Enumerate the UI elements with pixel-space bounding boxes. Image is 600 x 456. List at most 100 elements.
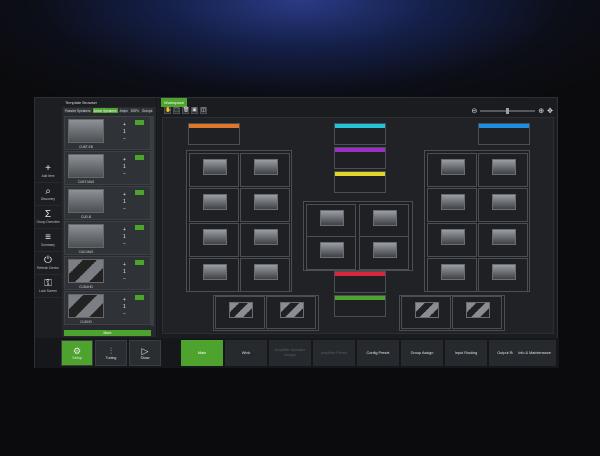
scrollbar[interactable] — [151, 116, 154, 326]
quantity-stepper[interactable]: +1− — [123, 122, 126, 143]
more-button[interactable]: More — [64, 330, 151, 336]
quantity-stepper[interactable]: +1− — [123, 262, 126, 283]
amp-tile-center[interactable] — [334, 123, 386, 145]
app-window: + Add Item ⌕ Discovery Σ Group Overview … — [34, 97, 559, 368]
view-config-preset-button[interactable]: Config Preset — [357, 340, 400, 366]
add-template-button[interactable] — [135, 260, 144, 265]
gear-icon: ⚙ — [72, 346, 82, 356]
workspace-canvas[interactable] — [162, 117, 554, 334]
quantity-stepper[interactable]: +1− — [123, 297, 126, 318]
speaker-cell[interactable] — [427, 188, 477, 222]
quantity-stepper[interactable]: +1− — [123, 192, 126, 213]
fit-icon[interactable]: ◫ — [200, 107, 207, 114]
tab-active-speakers[interactable]: Active Speakers — [92, 108, 118, 113]
image-icon[interactable]: ▣ — [191, 107, 198, 114]
view-group-assign-button[interactable]: Group Assign — [401, 340, 444, 366]
list-item[interactable]: CUBT-EB +1− — [64, 116, 151, 150]
view-info-maintenance-button[interactable]: Info & Maintenance — [513, 340, 557, 366]
amp-tile-left[interactable] — [188, 123, 240, 145]
view-amp-speaker-assign-button[interactable]: Amplifier Speaker Assign — [269, 340, 312, 366]
speaker-cell[interactable] — [478, 258, 528, 292]
browser-tabs: Passive Speakers Active Speakers Amps DS… — [62, 107, 156, 114]
quantity-stepper[interactable]: +1− — [123, 157, 126, 178]
setup-button[interactable]: ⚙ Setup — [61, 340, 93, 366]
zoom-knob[interactable] — [506, 108, 510, 114]
list-item[interactable]: CUD-B +1− — [64, 186, 151, 220]
speaker-cell[interactable] — [189, 188, 239, 222]
add-item-button[interactable]: + Add Item — [35, 160, 61, 183]
show-button[interactable]: ▷ Show — [129, 340, 161, 366]
list-item[interactable]: CUD-M&S +1− — [64, 221, 151, 255]
add-template-button[interactable] — [135, 120, 144, 125]
tab-groups[interactable]: Groups — [140, 108, 154, 113]
speaker-cell[interactable] — [240, 223, 290, 257]
speaker-cell[interactable] — [478, 223, 528, 257]
speaker-cell[interactable] — [427, 258, 477, 292]
speaker-cell[interactable] — [427, 223, 477, 257]
speaker-cell[interactable] — [189, 153, 239, 187]
amp-tile-right[interactable] — [478, 123, 530, 145]
speaker-cell[interactable] — [478, 153, 528, 187]
amp-tile-sub-1[interactable] — [334, 271, 386, 293]
sub-cell[interactable] — [401, 296, 451, 329]
quantity-stepper[interactable]: +1− — [123, 227, 126, 248]
sub-cell[interactable] — [452, 296, 502, 329]
amp-tile-center-2[interactable] — [334, 147, 386, 169]
lock-screen-button[interactable]: ⚿ Lock Screen — [35, 275, 61, 298]
hand-icon[interactable]: ✋ — [164, 107, 171, 114]
amp-tile-label — [479, 128, 529, 136]
speaker-cell[interactable] — [189, 223, 239, 257]
tab-dsps[interactable]: DSPs — [129, 108, 140, 113]
tab-passive-speakers[interactable]: Passive Speakers — [64, 108, 92, 113]
speaker-thumbnail — [441, 229, 465, 245]
speaker-thumbnail — [254, 264, 278, 280]
speaker-cell[interactable] — [359, 204, 409, 238]
speaker-cell[interactable] — [359, 236, 409, 270]
select-icon[interactable]: ⬚ — [173, 107, 180, 114]
add-template-button[interactable] — [135, 295, 144, 300]
list-item[interactable]: CUDAHD +1− — [64, 256, 151, 290]
sub-thumbnail — [229, 302, 253, 318]
amp-tile-center-3[interactable] — [334, 171, 386, 193]
amp-tile-label — [335, 300, 385, 308]
zoom-out-icon[interactable]: ⊖ — [471, 107, 477, 115]
sliders-icon: ⫶ — [109, 346, 113, 356]
zoom-in-icon[interactable]: ⊕ — [538, 107, 544, 115]
speaker-cell[interactable] — [240, 188, 290, 222]
add-template-button[interactable] — [135, 155, 144, 160]
speaker-thumbnail — [492, 264, 516, 280]
speaker-thumbnail — [68, 154, 104, 178]
move-icon[interactable]: ✥ — [547, 107, 553, 115]
add-template-button[interactable] — [135, 225, 144, 230]
speaker-cell[interactable] — [306, 236, 356, 270]
discovery-button[interactable]: ⌕ Discovery — [35, 183, 61, 206]
speaker-cell[interactable] — [240, 153, 290, 187]
view-input-routing-button[interactable]: Input Routing — [445, 340, 488, 366]
view-main-button[interactable]: Main — [181, 340, 224, 366]
mode-label: Show — [140, 356, 150, 360]
list-item[interactable]: CUBT-M&S +1− — [64, 151, 151, 185]
view-wink-button[interactable]: Wink — [225, 340, 268, 366]
speaker-cell[interactable] — [240, 258, 290, 292]
speaker-thumbnail — [203, 159, 227, 175]
speaker-cell[interactable] — [189, 258, 239, 292]
zoom-slider[interactable] — [480, 108, 536, 114]
list-item[interactable]: CUDHD +1− — [64, 291, 151, 325]
speaker-cell[interactable] — [306, 204, 356, 238]
tab-amps[interactable]: Amps — [118, 108, 129, 113]
template-list: CUBT-EB +1− CUBT-M&S +1− CUD-B +1− CUD-M… — [64, 116, 151, 326]
list-icon: ≡ — [45, 232, 51, 243]
trash-icon[interactable]: 🗑 — [182, 107, 189, 114]
group-overview-button[interactable]: Σ Group Overview — [35, 206, 61, 229]
speaker-cell[interactable] — [478, 188, 528, 222]
add-template-button[interactable] — [135, 190, 144, 195]
tuning-button[interactable]: ⫶ Tuning — [95, 340, 127, 366]
sub-cell[interactable] — [215, 296, 265, 329]
amp-tile-sub-2[interactable] — [334, 295, 386, 317]
speaker-cell[interactable] — [427, 153, 477, 187]
amp-tile-label — [335, 176, 385, 184]
sub-cell[interactable] — [266, 296, 316, 329]
view-amp-preset-button[interactable]: Amplifier Preset — [313, 340, 356, 366]
summary-button[interactable]: ≡ Summary — [35, 229, 61, 252]
refresh-device-button[interactable]: ⏻ Refresh Device — [35, 252, 61, 275]
